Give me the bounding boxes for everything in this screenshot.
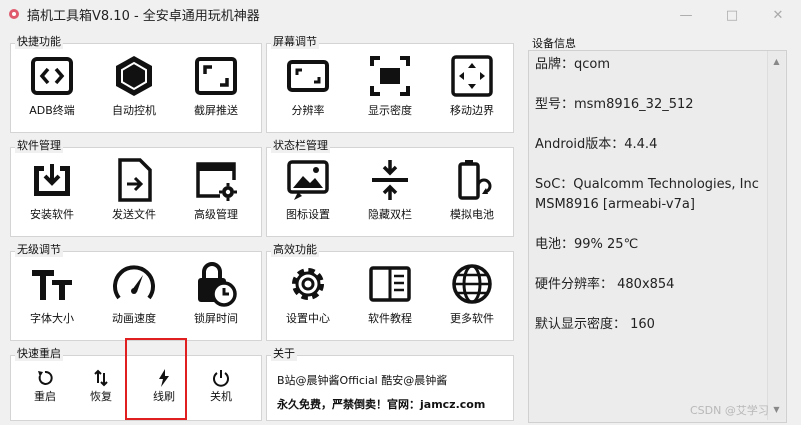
- lock-time-button[interactable]: 锁屏时间: [181, 252, 251, 338]
- settings-gear-icon: [292, 268, 324, 300]
- info-scrollbar[interactable]: ▲ ▼: [767, 51, 785, 420]
- device-info-panel[interactable]: 品牌：qcom 型号：msm8916_32_512 Android版本：4.4.…: [528, 50, 787, 423]
- install-app-button[interactable]: 安装软件: [17, 148, 87, 234]
- group-statusbar: 状态栏管理 图标设置 隐藏双栏 模拟电池: [266, 139, 514, 237]
- book-icon: [369, 266, 411, 302]
- font-size-button[interactable]: 字体大小: [17, 252, 87, 338]
- about-website: 永久免费，严禁倒卖！官网：jamcz.com: [277, 398, 486, 411]
- hide-double-bar-button[interactable]: 隐藏双栏: [355, 148, 425, 234]
- move-bounds-icon: [451, 55, 493, 97]
- lightning-icon: [159, 369, 169, 387]
- recovery-arrows-icon: [94, 369, 108, 387]
- power-icon: [213, 370, 229, 387]
- group-title: 快速重启: [15, 347, 63, 361]
- lock-clock-icon: [198, 262, 237, 307]
- group-about: 关于 B站@晨钟酱Official 酷安@晨钟酱 永久免费，严禁倒卖！官网：ja…: [266, 347, 514, 421]
- terminal-code-icon: [31, 57, 73, 95]
- icon-settings-button[interactable]: 图标设置: [273, 148, 343, 234]
- watermark: CSDN @艾学习: [690, 404, 769, 417]
- density-icon: [370, 56, 410, 96]
- window-title: 搞机工具箱V8.10 - 全安卓通用玩机神器: [27, 9, 260, 24]
- globe-icon: [452, 264, 492, 304]
- group-screen: 屏幕调节 分辨率 显示密度 移动边界: [266, 35, 514, 133]
- resolution-icon: [287, 60, 329, 92]
- info-hw-resolution: 硬件分辨率： 480x854: [535, 277, 675, 292]
- hexagon-icon: [116, 56, 152, 96]
- scroll-down-icon[interactable]: ▼: [768, 401, 785, 418]
- resolution-button[interactable]: 分辨率: [273, 44, 343, 130]
- recovery-button[interactable]: 恢复: [76, 366, 126, 416]
- title-bar: 搞机工具箱V8.10 - 全安卓通用玩机神器 — □ ✕: [0, 0, 801, 30]
- flash-button[interactable]: 线刷: [139, 366, 189, 416]
- display-density-button[interactable]: 显示密度: [355, 44, 425, 130]
- group-accessibility: 无级调节 字体大小 动画速度 锁屏时间: [10, 243, 262, 341]
- info-density: 默认显示密度： 160: [535, 317, 655, 332]
- battery-refresh-icon: [458, 160, 492, 200]
- group-title: 关于: [271, 347, 297, 361]
- minimize-icon[interactable]: —: [663, 0, 709, 30]
- image-icon: [287, 160, 329, 200]
- restart-icon: [38, 370, 53, 385]
- adb-terminal-button[interactable]: ADB终端: [17, 44, 87, 130]
- group-reboot: 快速重启 重启 恢复 线刷 关机: [10, 347, 262, 421]
- about-social: B站@晨钟酱Official 酷安@晨钟酱: [277, 374, 448, 387]
- power-off-button[interactable]: 关机: [196, 366, 246, 416]
- software-tutorial-button[interactable]: 软件教程: [355, 252, 425, 338]
- speedometer-icon: [113, 265, 155, 300]
- auto-control-button[interactable]: 自动控机: [99, 44, 169, 130]
- settings-center-button[interactable]: 设置中心: [273, 252, 343, 338]
- collapse-bars-icon: [372, 160, 408, 200]
- group-efficient: 高效功能 设置中心 软件教程 更多软件: [266, 243, 514, 341]
- device-info-title: 设备信息: [530, 35, 578, 51]
- group-software: 软件管理 安装软件 发送文件 高级管理: [10, 139, 262, 237]
- close-icon[interactable]: ✕: [755, 0, 801, 30]
- more-software-button[interactable]: 更多软件: [437, 252, 507, 338]
- window-gear-icon: [196, 162, 237, 201]
- advanced-manage-button[interactable]: 高级管理: [181, 148, 251, 234]
- install-tray-icon: [34, 164, 70, 196]
- screenshot-push-button[interactable]: 截屏推送: [181, 44, 251, 130]
- info-battery: 电池：99% 25℃: [535, 237, 639, 252]
- move-bounds-button[interactable]: 移动边界: [437, 44, 507, 130]
- maximize-icon[interactable]: □: [709, 0, 755, 30]
- gear-icon: [9, 9, 19, 19]
- screenshot-frame-icon: [195, 57, 237, 95]
- simulate-battery-button[interactable]: 模拟电池: [437, 148, 507, 234]
- send-file-button[interactable]: 发送文件: [99, 148, 169, 234]
- info-brand: 品牌：qcom: [535, 57, 611, 72]
- send-file-icon: [118, 158, 152, 202]
- reboot-button[interactable]: 重启: [20, 366, 70, 416]
- scroll-up-icon[interactable]: ▲: [768, 53, 785, 70]
- group-quick: 快捷功能 ADB终端 自动控机 截屏推送: [10, 35, 262, 133]
- info-soc: SoC：Qualcomm Technologies, Inc MSM8916 […: [535, 177, 759, 212]
- animation-speed-button[interactable]: 动画速度: [99, 252, 169, 338]
- font-size-icon: [32, 270, 72, 300]
- info-model: 型号：msm8916_32_512: [535, 97, 694, 112]
- info-android-version: Android版本：4.4.4: [535, 137, 658, 152]
